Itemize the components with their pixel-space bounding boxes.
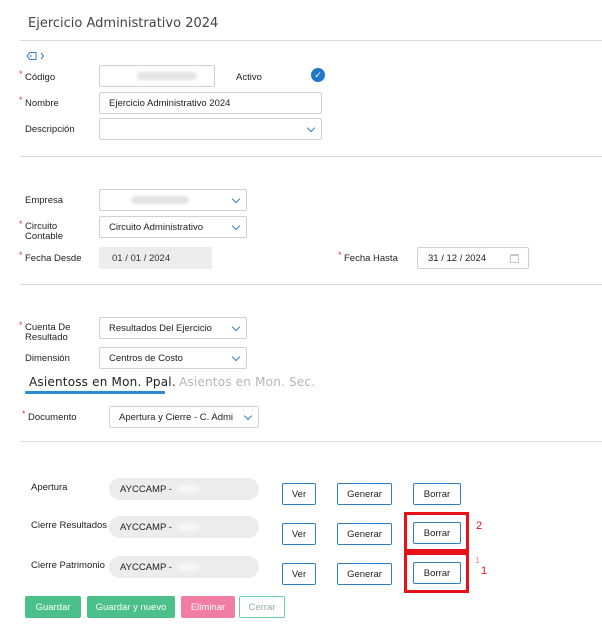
guardar-y-nuevo-button[interactable]: Guardar y nuevo	[87, 596, 175, 618]
cierre-resultados-asiento-field: AYCCAMP -	[109, 516, 259, 538]
required-mark: *	[19, 219, 23, 229]
section-divider	[20, 441, 602, 442]
documento-label-wrap: * Documento	[22, 409, 77, 423]
documento-value: Apertura y Cierre - C. Admi	[119, 411, 234, 423]
chevron-down-icon	[231, 221, 241, 231]
dimension-label: Dimensión	[25, 353, 70, 364]
cierre-patrimonio-ver-button[interactable]: Ver	[282, 563, 316, 585]
circuito-label-wrap: * Circuito Contable	[19, 219, 64, 242]
fecha-desde-input: 01 / 01 / 2024	[99, 247, 212, 269]
documento-select[interactable]: Apertura y Cierre - C. Admi	[109, 406, 259, 428]
required-mark: *	[338, 250, 342, 260]
empresa-select[interactable]	[99, 189, 247, 211]
annotation-label-1: 1	[481, 565, 488, 577]
apertura-generar-button[interactable]: Generar	[337, 483, 392, 505]
apertura-value-obscured	[177, 485, 200, 493]
cerrar-button[interactable]: Cerrar	[239, 596, 285, 618]
tab-mon-ppal[interactable]: Asientoss en Mon. Ppal.	[29, 375, 176, 389]
cierre-patrimonio-value-obscured	[177, 563, 200, 571]
cierre-resultados-value-obscured	[177, 523, 200, 531]
required-mark: *	[19, 250, 23, 260]
nombre-label-wrap: * Nombre	[19, 95, 59, 109]
calendar-icon[interactable]	[510, 254, 519, 263]
descripcion-select[interactable]	[99, 118, 322, 140]
empresa-label-wrap: Empresa	[25, 195, 63, 206]
nombre-label: Nombre	[25, 98, 59, 109]
descripcion-label: Descripción	[25, 124, 75, 135]
page-title: Ejercicio Administrativo 2024	[28, 16, 219, 31]
annotation-label-2: 2	[476, 520, 483, 532]
required-mark: *	[19, 320, 23, 330]
codigo-label: Código	[25, 72, 56, 83]
cierre-patrimonio-generar-button[interactable]: Generar	[337, 563, 392, 585]
descripcion-label-wrap: Descripción	[25, 124, 75, 135]
dimension-select[interactable]: Centros de Costo	[99, 347, 247, 369]
cierre-resultados-label: Cierre Resultados	[31, 520, 108, 531]
fecha-hasta-label: Fecha Hasta	[344, 253, 398, 264]
required-mark: *	[22, 409, 26, 419]
eliminar-button[interactable]: Eliminar	[181, 596, 235, 618]
section-divider	[20, 156, 602, 157]
cuenta-label-line2: Resultado	[25, 332, 68, 343]
apertura-value: AYCCAMP -	[120, 483, 172, 495]
tab-mon-sec[interactable]: Asientos en Mon. Sec.	[179, 375, 315, 389]
tag-icon[interactable]	[26, 51, 45, 61]
apertura-asiento-field: AYCCAMP -	[109, 478, 259, 500]
documento-label: Documento	[28, 412, 77, 423]
dimension-label-wrap: Dimensión	[25, 353, 70, 364]
fecha-hasta-label-wrap: * Fecha Hasta	[338, 250, 398, 264]
fecha-hasta-value: 31 / 12 / 2024	[428, 252, 487, 264]
chevron-down-icon	[231, 352, 241, 362]
required-mark: *	[19, 69, 23, 79]
section-divider	[20, 284, 602, 285]
cierre-resultados-value: AYCCAMP -	[120, 521, 172, 533]
tab-active-underline	[25, 391, 165, 394]
nombre-input[interactable]: Ejercicio Administrativo 2024	[99, 92, 322, 114]
activo-check-icon[interactable]: ✓	[311, 68, 325, 82]
fecha-desde-label-wrap: * Fecha Desde	[19, 250, 82, 264]
apertura-ver-button[interactable]: Ver	[282, 483, 316, 505]
activo-label-wrap: Activo	[236, 72, 262, 83]
apertura-label: Apertura	[31, 482, 68, 493]
cierre-patrimonio-value: AYCCAMP -	[120, 561, 172, 573]
codigo-label-wrap: * Código	[19, 69, 56, 83]
fecha-desde-label: Fecha Desde	[25, 253, 82, 264]
codigo-input[interactable]	[99, 65, 215, 87]
circuito-label-line2: Contable	[25, 231, 64, 242]
codigo-value-obscured	[137, 72, 197, 80]
cierre-resultados-generar-button[interactable]: Generar	[337, 523, 392, 545]
chevron-down-icon	[306, 123, 316, 133]
empresa-value-obscured	[131, 196, 189, 204]
apertura-borrar-button[interactable]: Borrar	[413, 483, 461, 505]
cuenta-value: Resultados Del Ejercicio	[109, 322, 212, 334]
title-divider	[20, 40, 602, 41]
cierre-patrimonio-asiento-field: AYCCAMP -	[109, 556, 259, 578]
guardar-button[interactable]: Guardar	[25, 596, 81, 618]
cierre-patrimonio-label: Cierre Patrimonio	[31, 560, 105, 571]
activo-label: Activo	[236, 72, 262, 83]
annotation-mark-small: 1	[475, 556, 480, 565]
highlight-box-2	[404, 512, 469, 552]
dimension-value: Centros de Costo	[109, 352, 183, 364]
empresa-label: Empresa	[25, 195, 64, 206]
cuenta-label-wrap: * Cuenta De Resultado	[19, 320, 70, 343]
required-mark: *	[19, 95, 23, 105]
cuenta-select[interactable]: Resultados Del Ejercicio	[99, 317, 247, 339]
chevron-down-icon	[231, 194, 241, 204]
chevron-down-icon	[243, 411, 253, 421]
cierre-resultados-ver-button[interactable]: Ver	[282, 523, 316, 545]
fecha-hasta-input[interactable]: 31 / 12 / 2024	[417, 247, 529, 269]
highlight-box-1	[404, 552, 469, 593]
nombre-value: Ejercicio Administrativo 2024	[109, 97, 231, 109]
circuito-select[interactable]: Circuito Administrativo	[99, 216, 247, 238]
fecha-desde-value: 01 / 01 / 2024	[112, 252, 171, 264]
chevron-down-icon	[231, 322, 241, 332]
circuito-value: Circuito Administrativo	[109, 221, 203, 233]
